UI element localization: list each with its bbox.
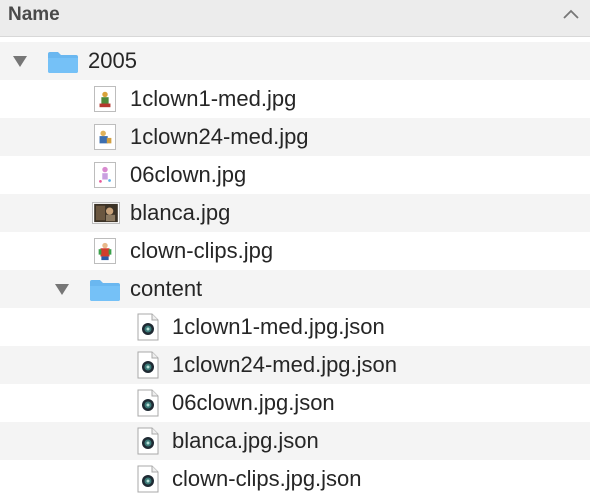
- file-name: 1clown24-med.jpg.json: [172, 352, 398, 377]
- list-item[interactable]: clown-clips.jpg.json: [0, 460, 590, 498]
- file-name: 06clown.jpg.json: [172, 390, 335, 415]
- list-item[interactable]: blanca.jpg.json: [0, 422, 590, 460]
- folder-name: content: [130, 276, 203, 301]
- folder-icon: [48, 52, 78, 73]
- column-header[interactable]: Name: [0, 0, 590, 37]
- list-item[interactable]: 1clown24-med.jpg.json: [0, 346, 590, 384]
- image-thumbnail: [94, 86, 116, 112]
- file-list: 2005 1clown1-med.jpg 1clown24-med.jpg 06…: [0, 42, 590, 498]
- file-name: 1clown1-med.jpg: [130, 86, 297, 111]
- list-item[interactable]: blanca.jpg: [0, 194, 590, 232]
- file-name: blanca.jpg.json: [172, 428, 319, 453]
- list-item[interactable]: content: [0, 270, 590, 308]
- image-thumbnail: [94, 238, 116, 264]
- file-name: 2005: [88, 48, 137, 73]
- chevron-up-icon[interactable]: [562, 7, 580, 21]
- file-name: 1clown24-med.jpg: [130, 124, 309, 149]
- file-name: 1clown1-med.jpg.json: [172, 314, 385, 339]
- list-item[interactable]: 1clown24-med.jpg: [0, 118, 590, 156]
- image-thumbnail: [92, 202, 120, 224]
- json-file-icon: [137, 389, 159, 417]
- folder-icon: [90, 280, 120, 301]
- list-item[interactable]: 1clown1-med.jpg.json: [0, 308, 590, 346]
- list-item[interactable]: 06clown.jpg: [0, 156, 590, 194]
- json-file-icon: [137, 351, 159, 379]
- image-thumbnail: [94, 124, 116, 150]
- json-file-icon: [137, 465, 159, 493]
- list-item[interactable]: clown-clips.jpg: [0, 232, 590, 270]
- json-file-icon: [137, 427, 159, 455]
- file-name: clown-clips.jpg.json: [172, 466, 362, 491]
- disclosure-triangle-icon[interactable]: [54, 282, 70, 296]
- list-item[interactable]: 1clown1-med.jpg: [0, 80, 590, 118]
- file-name: clown-clips.jpg: [130, 238, 274, 263]
- json-file-icon: [137, 313, 159, 341]
- file-name: blanca.jpg: [130, 200, 231, 225]
- list-item[interactable]: 2005: [0, 42, 590, 80]
- list-item[interactable]: 06clown.jpg.json: [0, 384, 590, 422]
- file-name: 06clown.jpg: [130, 162, 247, 187]
- disclosure-triangle-icon[interactable]: [12, 54, 28, 68]
- name-column-title[interactable]: Name: [8, 4, 60, 26]
- image-thumbnail: [94, 162, 116, 188]
